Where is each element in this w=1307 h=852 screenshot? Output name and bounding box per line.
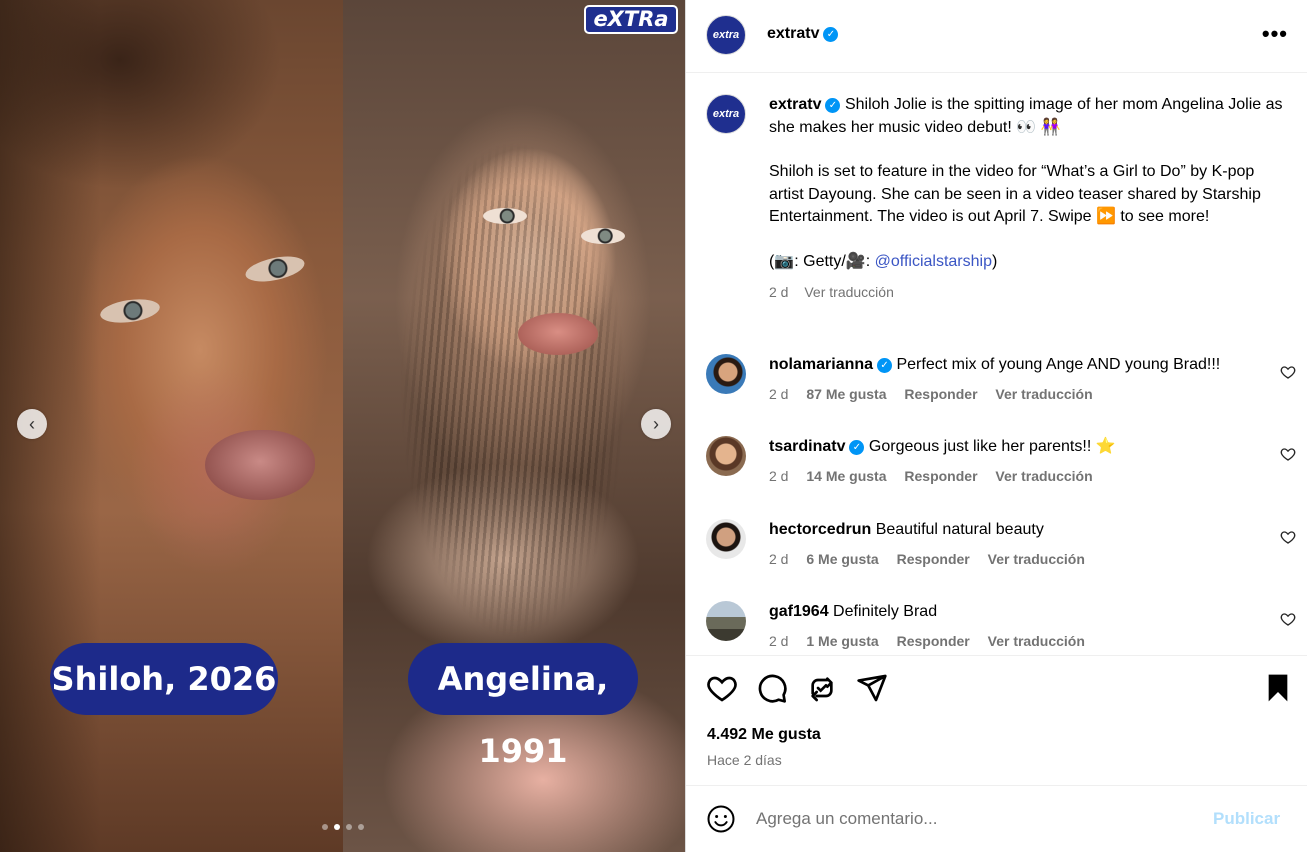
carousel-dots <box>322 824 364 830</box>
post-date: Hace 2 días <box>707 752 782 768</box>
likes-count[interactable]: 4.492 Me gusta <box>707 726 821 744</box>
carousel-next-button[interactable]: › <box>641 409 671 439</box>
commenter-avatar[interactable] <box>706 519 746 559</box>
emoji-icon[interactable] <box>706 804 736 834</box>
comment-icon[interactable] <box>756 672 788 704</box>
like-heart-icon[interactable] <box>706 672 738 704</box>
comment-item: hectorcedrun Beautiful natural beauty 2 … <box>706 519 1296 583</box>
comment-item: tsardinatv ✓ Gorgeous just like her paren… <box>706 436 1296 500</box>
comment-time: 2 d <box>769 633 789 649</box>
caption-username[interactable]: extratv <box>769 96 821 113</box>
commenter-avatar[interactable] <box>706 354 746 394</box>
carousel-dot <box>358 824 364 830</box>
carousel-prev-button[interactable]: ‹ <box>17 409 47 439</box>
eye-right <box>243 252 307 286</box>
comment-likes[interactable]: 87 Me gusta <box>806 386 886 402</box>
commenter-avatar[interactable] <box>706 436 746 476</box>
comment-input[interactable] <box>756 806 1206 832</box>
comment-likes[interactable]: 6 Me gusta <box>806 551 878 567</box>
mention-link[interactable]: @officialstarship <box>875 253 992 270</box>
comment-time: 2 d <box>769 551 789 567</box>
eye-left <box>98 295 162 327</box>
heart-icon[interactable] <box>1280 446 1296 462</box>
reply-button[interactable]: Responder <box>904 386 977 402</box>
carousel-dot <box>346 824 352 830</box>
comments-section[interactable]: extra extratv ✓ Shiloh Jolie is the spitt… <box>686 73 1307 655</box>
comment-item: gaf1964 Definitely Brad 2 d 1 Me gusta R… <box>706 601 1296 655</box>
lips <box>518 313 598 355</box>
comment-text: Perfect mix of young Ange AND young Brad… <box>896 356 1221 373</box>
more-options-icon[interactable]: ••• <box>1262 22 1288 46</box>
comment-time: 2 d <box>769 468 789 484</box>
comment-username[interactable]: nolamarianna <box>769 356 873 373</box>
author-username[interactable]: extratv <box>767 25 819 42</box>
comment-likes[interactable]: 1 Me gusta <box>806 633 878 649</box>
label-shiloh: Shiloh, 2026 <box>50 643 278 715</box>
comment-text: Gorgeous just like her parents!! ⭐ <box>868 438 1116 455</box>
lips <box>205 430 315 500</box>
comment-username[interactable]: hectorcedrun <box>769 521 871 538</box>
share-icon[interactable] <box>856 672 888 704</box>
carousel-dot-active <box>334 824 340 830</box>
caption-credit: (📷: Getty/🎥: @officialstarship) <box>769 252 998 270</box>
bookmark-icon[interactable] <box>1262 672 1294 704</box>
translate-link[interactable]: Ver traducción <box>988 633 1085 649</box>
caption-time: 2 d <box>769 284 789 300</box>
add-comment-bar: Publicar <box>686 785 1307 852</box>
heart-icon[interactable] <box>1280 529 1296 545</box>
label-angelina: Angelina, 1991 <box>408 643 638 770</box>
verified-icon: ✓ <box>823 27 839 42</box>
heart-icon[interactable] <box>1280 364 1296 380</box>
caption-line1: Shiloh Jolie is the spitting image of he… <box>769 96 1283 136</box>
verified-icon: ✓ <box>877 358 893 373</box>
eye-left <box>483 208 527 224</box>
translate-link[interactable]: Ver traducción <box>804 284 894 300</box>
caption-avatar[interactable]: extra <box>706 94 746 134</box>
eye-right <box>581 228 625 244</box>
comment-username[interactable]: tsardinatv <box>769 438 845 455</box>
reply-button[interactable]: Responder <box>897 551 970 567</box>
author-avatar[interactable]: extra <box>706 15 746 55</box>
comment-text: Beautiful natural beauty <box>875 521 1044 538</box>
post-header: extra extratv ✓ ••• <box>686 0 1307 73</box>
post-actions: 4.492 Me gusta Hace 2 días <box>686 655 1307 785</box>
publish-button[interactable]: Publicar <box>1213 809 1307 829</box>
verified-icon: ✓ <box>849 440 865 455</box>
extra-logo: eXTRa <box>584 5 678 34</box>
post-media-carousel[interactable]: eXTRa Shiloh, 2026 Angelina, 1991 ‹ › <box>0 0 685 852</box>
post-side-panel: extra extratv ✓ ••• extra extratv ✓ Shiloh… <box>685 0 1307 852</box>
photo-shiloh <box>0 0 343 852</box>
heart-icon[interactable] <box>1280 611 1296 627</box>
reply-button[interactable]: Responder <box>904 468 977 484</box>
translate-link[interactable]: Ver traducción <box>995 386 1092 402</box>
comment-item: nolamarianna ✓ Perfect mix of young Ange … <box>706 354 1296 418</box>
repost-icon[interactable] <box>806 672 838 704</box>
verified-icon: ✓ <box>825 98 841 113</box>
comment-time: 2 d <box>769 386 789 402</box>
commenter-avatar[interactable] <box>706 601 746 641</box>
carousel-dot <box>322 824 328 830</box>
translate-link[interactable]: Ver traducción <box>988 551 1085 567</box>
translate-link[interactable]: Ver traducción <box>995 468 1092 484</box>
comment-text: Definitely Brad <box>833 603 938 620</box>
comment-username[interactable]: gaf1964 <box>769 603 829 620</box>
caption-line2: Shiloh is set to feature in the video fo… <box>769 163 1261 225</box>
reply-button[interactable]: Responder <box>897 633 970 649</box>
comment-likes[interactable]: 14 Me gusta <box>806 468 886 484</box>
